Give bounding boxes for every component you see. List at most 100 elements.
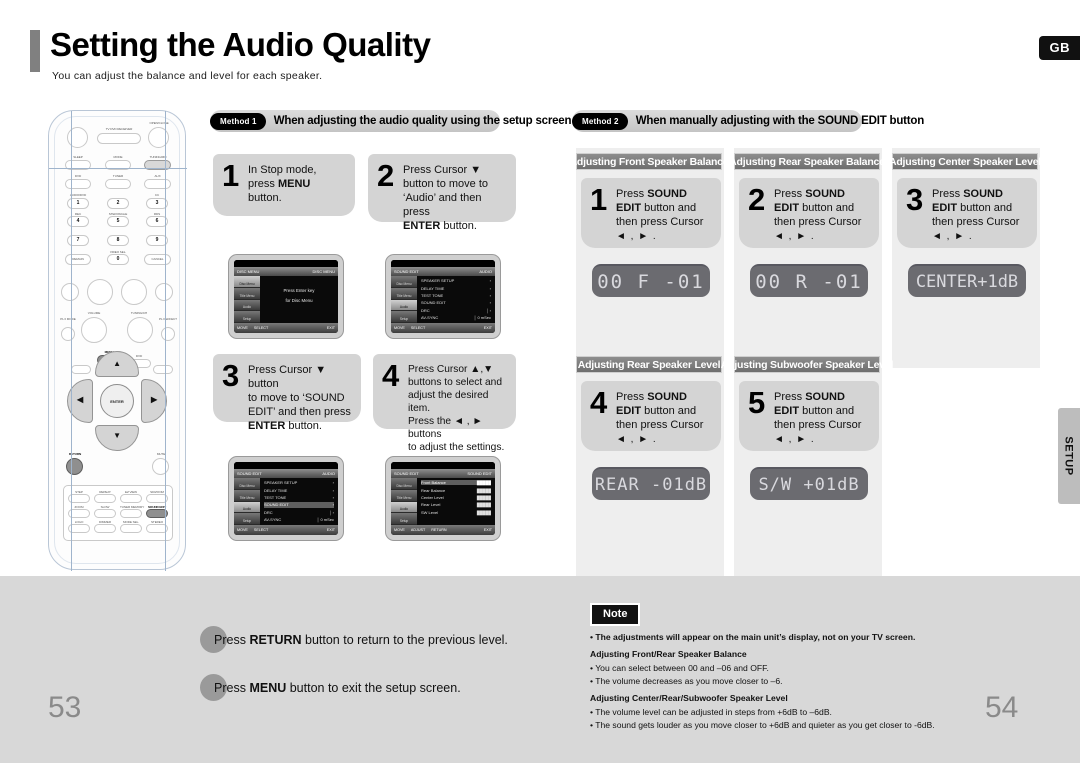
remote-label-volume: VOLUME: [87, 311, 101, 315]
step-line: Press Cursor ▲,▼: [408, 364, 494, 375]
tv-icon-disc-menu: Disc Menu: [234, 478, 260, 490]
step-line: ‘Audio’ and then press: [403, 192, 482, 219]
method2-header-center-level: Adjusting Center Speaker Level: [889, 153, 1041, 170]
tv-top-bar: [234, 462, 338, 469]
tv-row-label: TEST TONE: [264, 494, 287, 500]
method2-step-3: 3 Press SOUND EDIT button and then press…: [897, 178, 1037, 248]
remote-digit-2: 2: [116, 200, 120, 206]
tv-row-label: AV-SYNC: [264, 517, 282, 523]
tv-row-value: █████: [476, 494, 491, 500]
cursor-arrows-icon: ◄ , ► .: [932, 231, 973, 243]
tv-screenshot-audio-menu: SOUND EDIT AUDIO Disc Menu Title Menu Au…: [385, 254, 501, 339]
page-subtitle: You can adjust the balance and level for…: [52, 70, 323, 82]
tv-hint-exit: EXIT: [483, 528, 492, 532]
step-text-span: button.: [440, 220, 477, 233]
tv-menu-row: TEST TONE ›: [421, 293, 491, 298]
tv-row-label: Center Level: [421, 494, 444, 500]
step-bold: SOUND: [805, 391, 845, 403]
tv-icon-disc-menu: Disc Menu: [391, 478, 417, 490]
remote-label-tuning-mode: TUNING/MO: [149, 155, 167, 159]
remote-button-dvd: [65, 179, 91, 189]
tv-menu-bar: SOUND EDIT SOUND EDIT: [391, 469, 495, 478]
tv-row-label: SOUND EDIT: [421, 300, 446, 306]
lcd-display-rear-level: REAR -01dB: [592, 467, 710, 500]
tv-row-value: ›: [489, 285, 491, 291]
step-bold: EDIT: [774, 202, 800, 215]
tv-menu-row: DRC │ ›: [264, 510, 334, 515]
tv-row-value: │ ›: [329, 509, 334, 515]
remote-button-aux: [144, 179, 171, 189]
method1-step-2: 2 Press Cursor ▼ button to move to ‘Audi…: [368, 154, 516, 232]
step-text-span: Press: [774, 188, 806, 200]
note-badge: Note: [590, 603, 641, 626]
note-heading-2: Adjusting Center/Rear/Subwoofer Speaker …: [590, 693, 788, 704]
setup-side-tab-label: SETUP: [1063, 436, 1075, 476]
tv-screen: SOUND EDIT AUDIO Disc Menu Title Menu Au…: [234, 462, 338, 535]
cursor-arrows-icon: ◄ , ► .: [616, 231, 657, 243]
tv-row-label: Rear Level: [421, 502, 441, 508]
method2-step-2: 2 Press SOUND EDIT button and then press…: [739, 178, 879, 248]
tv-icon-column: Disc Menu Title Menu Audio Setup: [391, 276, 417, 323]
footer-hint-text: Press MENU button to exit the setup scre…: [214, 681, 461, 695]
remote-button-tuner: [105, 179, 131, 189]
tv-body: SPEAKER SETUP › DELAY TIME › TEST TONE › SO…: [417, 276, 495, 323]
tv-icon-setup: Setup: [391, 311, 417, 323]
tv-body: SPEAKER SETUP › DELAY TIME › TEST TONE › SO…: [260, 478, 338, 525]
step-text-span: button.: [285, 420, 322, 433]
page-number-left: 53: [48, 691, 82, 724]
step-line: to move to ‘SOUND: [248, 392, 345, 405]
remote-button-source-group: [97, 133, 141, 144]
method1-banner: Method 1 When adjusting the audio qualit…: [210, 110, 572, 132]
step-line: EDIT button and: [616, 404, 703, 418]
hint-text-span: button to exit the setup screen.: [286, 680, 461, 695]
tv-row-value: █████: [476, 502, 491, 508]
tv-menu-bar: DISC MENU DISC MENU: [234, 267, 338, 276]
remote-label-cancel: CANCEL: [151, 257, 164, 261]
note-bullet-1: • The adjustments will appear on the mai…: [590, 632, 916, 642]
step-line: button to move to: [403, 178, 488, 191]
tv-row-value: │ ›: [486, 307, 491, 313]
step-line: Press Cursor ▼: [403, 164, 482, 176]
page-number-right: 54: [985, 691, 1019, 724]
step-line: EDIT’ and then press: [248, 406, 351, 419]
tv-menu-left: DISC MENU: [237, 269, 260, 274]
tv-hint-move: MOVE: [394, 326, 405, 330]
remote-button-pl2-mode: [61, 327, 75, 341]
step-bold: EDIT: [932, 202, 958, 215]
tv-top-bar: [391, 462, 495, 469]
tv-row-label: SPEAKER SETUP: [264, 480, 298, 486]
method1-step-4: 4 Press Cursor ▲,▼ buttons to select and…: [373, 354, 516, 453]
remote-button-stop: [87, 279, 113, 305]
hint-bold: MENU: [249, 680, 287, 695]
step-number: 2: [377, 158, 395, 193]
step-line: then press Cursor: [932, 216, 1020, 229]
tv-menu-row: Center Level █████: [421, 495, 491, 500]
remote-label-mode: MODE: [113, 155, 123, 159]
tv-row-label: DELAY TIME: [421, 285, 445, 291]
tv-screen: SOUND EDIT AUDIO Disc Menu Title Menu Au…: [391, 260, 495, 333]
tv-row-value: ›: [489, 300, 491, 306]
method1-title: When adjusting the audio quality using t…: [273, 115, 572, 127]
remote-button-mode-sel: [120, 524, 142, 533]
remote-label-tv-dvd-recv: TV DVD RECEIVER: [105, 127, 133, 131]
method2-step-4: 4 Press SOUND EDIT button and then press…: [581, 381, 721, 451]
tv-hint-select: SELECT: [253, 528, 269, 532]
tv-row-label: DRC: [264, 509, 273, 515]
tv-icon-column: Disc Menu Title Menu Audio Setup: [234, 478, 260, 525]
tv-hint-return: RETURN: [431, 528, 447, 532]
step-text: Press SOUND EDIT button and then press C…: [774, 388, 862, 445]
step-bold: ENTER: [248, 420, 286, 433]
tv-icon-setup: Setup: [234, 311, 260, 323]
tv-row-label: SPEAKER SETUP: [421, 278, 455, 284]
step-line: then press Cursor: [774, 419, 862, 432]
footer-hint-return: Press RETURN button to return to the pre…: [200, 626, 508, 653]
note-bullet-2: • You can select between 00 and –06 and …: [590, 662, 769, 673]
tv-hint-adjust: ADJUST: [410, 528, 426, 532]
tv-menu-row: AV-SYNC │ 0 mSec: [264, 517, 334, 522]
tv-menu-right: DISC MENU: [312, 269, 335, 274]
step-text: Press SOUND EDIT button and then press C…: [774, 185, 861, 242]
tv-bottom-bar: MOVE ADJUST RETURN EXIT: [391, 525, 495, 535]
tv-menu-row: SPEAKER SETUP ›: [421, 278, 491, 283]
tv-menu-right: SOUND EDIT: [467, 471, 492, 476]
tv-top-bar: [234, 260, 338, 267]
